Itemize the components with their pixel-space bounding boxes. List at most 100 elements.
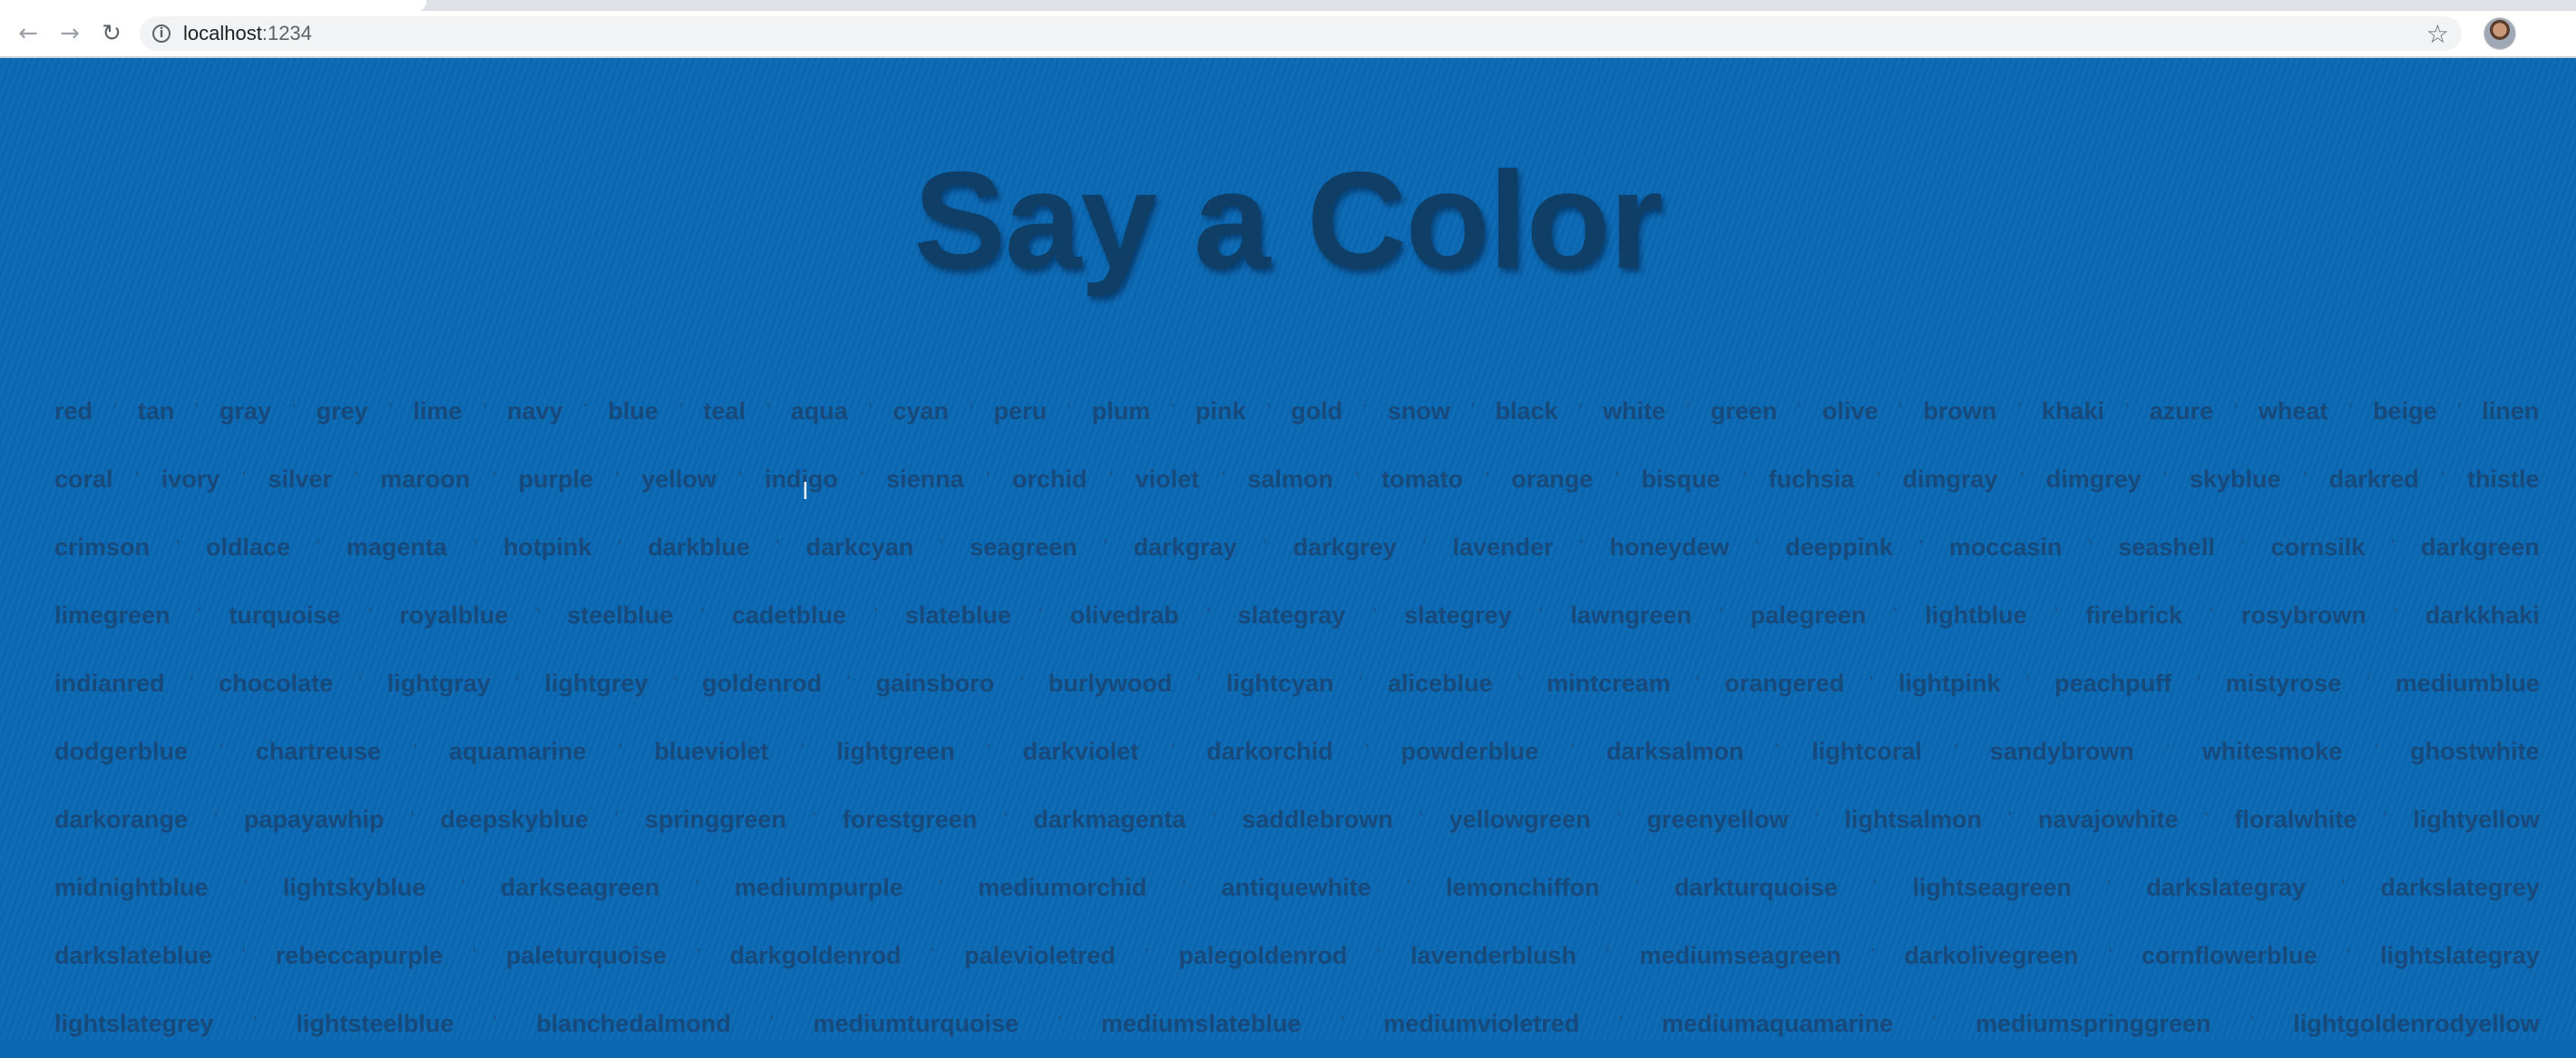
color-word: darkslateblue xyxy=(54,942,213,969)
separator: ˈ xyxy=(290,399,298,423)
separator: ˈ xyxy=(1693,671,1702,695)
color-word: cornflowerblue xyxy=(2142,942,2317,969)
separator: ˈ xyxy=(1917,535,1925,559)
color-word: salmon xyxy=(1247,465,1333,493)
separator: ˈ xyxy=(1066,399,1073,423)
active-tab[interactable] xyxy=(0,0,426,11)
info-icon[interactable]: i xyxy=(152,24,171,43)
color-word: red xyxy=(54,397,93,425)
color-row: limegreen ˈ turquoise ˈ royalblue ˈ steelblue ˈ… xyxy=(54,582,2540,650)
separator: ˈ xyxy=(1930,1012,1938,1035)
color-word: oldlace xyxy=(205,534,290,561)
color-word: saddlebrown xyxy=(1242,806,1393,833)
color-word: mintcream xyxy=(1547,670,1671,697)
color-word: lightsalmon xyxy=(1844,806,1983,833)
color-word: darkolivegreen xyxy=(1904,942,2079,969)
separator: ˈ xyxy=(1420,535,1429,559)
separator: ˈ xyxy=(492,1012,499,1035)
color-word: seashell xyxy=(2118,534,2215,561)
color-word: lightskyblue xyxy=(282,874,426,901)
separator: ˈ xyxy=(1568,740,1576,763)
separator: ˈ xyxy=(212,808,220,831)
color-row: darkorange ˈ papayawhip ˈ deepskyblue ˈ spring… xyxy=(54,786,2540,854)
forward-button[interactable]: → xyxy=(56,20,83,47)
separator: ˈ xyxy=(984,467,991,491)
color-word: darkslategray xyxy=(2146,874,2306,901)
color-word: firebrick xyxy=(2085,602,2183,629)
separator: ˈ xyxy=(386,399,395,423)
separator: ˈ xyxy=(472,535,479,559)
color-word: goldenrod xyxy=(702,670,823,697)
color-word: darkmagenta xyxy=(1033,806,1186,833)
separator: ˈ xyxy=(1892,603,1899,627)
page-title: Say a Color xyxy=(913,143,1663,298)
separator: ˈ xyxy=(2389,535,2396,559)
separator: ˈ xyxy=(1056,1012,1064,1035)
separator: ˈ xyxy=(1357,671,1364,695)
color-word: linen xyxy=(2482,397,2540,425)
separator: ˈ xyxy=(929,944,937,967)
color-row: red ˈ tan ˈ gray ˈ grey ˈ lime ˈ navy ˈ blue ˈ teal ˈ aq… xyxy=(54,377,2540,446)
color-word: ghostwhite xyxy=(2410,738,2540,765)
reload-button[interactable]: ↻ xyxy=(98,20,125,47)
color-word: rosybrown xyxy=(2240,602,2366,629)
separator: ˈ xyxy=(1375,944,1382,967)
color-word: lightyellow xyxy=(2413,806,2540,833)
back-button[interactable]: ← xyxy=(15,20,42,47)
color-word: whitesmoke xyxy=(2201,738,2343,765)
separator: ˈ xyxy=(938,535,945,559)
color-word: blue xyxy=(608,397,659,425)
color-word: coral xyxy=(54,465,113,493)
address-bar[interactable]: i localhost:1234 ☆ xyxy=(140,16,2462,51)
color-word: olivedrab xyxy=(1069,602,1179,629)
separator: ˈ xyxy=(968,399,975,423)
color-word: silver xyxy=(268,465,333,493)
color-word: white xyxy=(1603,397,1666,425)
separator: ˈ xyxy=(2086,535,2093,559)
separator: ˈ xyxy=(1210,808,1217,831)
color-word: dodgerblue xyxy=(54,738,188,765)
separator: ˈ xyxy=(775,535,782,559)
separator: ˈ xyxy=(677,399,685,423)
separator: ˈ xyxy=(1037,603,1044,627)
color-word: palevioletred xyxy=(964,942,1116,969)
color-word: lavenderblush xyxy=(1410,942,1577,969)
color-word: paleturquoise xyxy=(505,942,667,969)
separator: ˈ xyxy=(1717,603,1725,627)
separator: ˈ xyxy=(2105,876,2113,899)
color-word: lightcyan xyxy=(1225,670,1334,697)
separator: ˈ xyxy=(2365,671,2372,695)
page-content: Say a Color red ˈ tan ˈ gray ˈ grey ˈ lime ˈ navy ˈ… xyxy=(0,58,2576,1040)
separator: ˈ xyxy=(768,1012,776,1035)
color-word: chartreuse xyxy=(255,738,381,765)
color-row: darkslateblue ˈ rebeccapurple ˈ paleturquois… xyxy=(54,922,2540,990)
separator: ˈ xyxy=(1405,876,1412,899)
separator: ˈ xyxy=(366,603,374,627)
color-word: slategray xyxy=(1237,602,1346,629)
separator: ˈ xyxy=(1617,1012,1625,1035)
color-word: yellow xyxy=(641,465,717,493)
color-word: purple xyxy=(518,465,593,493)
separator: ˈ xyxy=(242,876,249,899)
color-word: tomato xyxy=(1381,465,1464,493)
separator: ˈ xyxy=(1684,399,1692,423)
avatar[interactable] xyxy=(2483,17,2516,50)
color-word: mediumorchid xyxy=(978,874,1147,901)
color-word: mediumblue xyxy=(2395,670,2540,697)
separator: ˈ xyxy=(2164,740,2171,763)
color-word: orangered xyxy=(1724,670,1845,697)
color-word: teal xyxy=(703,397,746,425)
separator: ˈ xyxy=(1018,671,1025,695)
separator: ˈ xyxy=(1205,603,1212,627)
color-word: slategrey xyxy=(1404,602,1512,629)
color-row: lightslategrey ˈ lightsteelblue ˈ blanchedal… xyxy=(54,990,2540,1058)
separator: ˈ xyxy=(1796,399,1803,423)
star-icon[interactable]: ☆ xyxy=(2426,19,2449,49)
separator: ˈ xyxy=(2106,944,2113,967)
separator: ˈ xyxy=(2239,535,2247,559)
separator: ˈ xyxy=(2381,808,2388,831)
separator: ˈ xyxy=(985,740,992,763)
color-word: aliceblue xyxy=(1388,670,1493,697)
color-word: darkslategrey xyxy=(2380,874,2540,901)
color-word: blueviolet xyxy=(654,738,769,765)
